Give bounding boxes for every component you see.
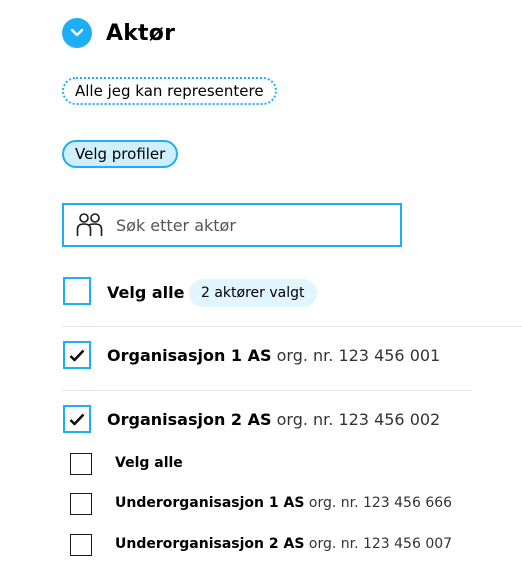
all-represent-chip[interactable]: Alle jeg kan representere [62, 77, 277, 105]
section-header: Aktør [62, 18, 175, 48]
people-icon [76, 212, 104, 238]
divider [62, 390, 472, 391]
suborg-1-checkbox[interactable] [70, 493, 92, 515]
selected-count-badge: 2 aktører valgt [189, 279, 317, 307]
choose-profiles-chip[interactable]: Velg profiler [62, 140, 179, 168]
checkmark-icon [69, 413, 85, 425]
collapse-toggle-button[interactable] [62, 18, 92, 48]
org-2-number: org. nr. 123 456 002 [276, 410, 441, 429]
suborg-1-name: Underorganisasjon 1 AS [115, 495, 305, 511]
suborg-2-name: Underorganisasjon 2 AS [115, 536, 305, 552]
actor-search-field[interactable] [62, 203, 402, 247]
suborg-1-number: org. nr. 123 456 666 [308, 495, 453, 511]
suborg-1-label: Underorganisasjon 1 AS org. nr. 123 456 … [115, 495, 452, 511]
suborg-select-all-text: Velg alle [115, 455, 183, 471]
select-all-label: Velg alle [107, 283, 184, 302]
suborg-2-number: org. nr. 123 456 007 [308, 536, 453, 552]
section-title: Aktør [106, 20, 176, 46]
actor-filter-panel: Aktør Alle jeg kan representere Velg pro… [0, 0, 522, 580]
select-all-checkbox[interactable] [63, 277, 91, 305]
suborg-2-label: Underorganisasjon 2 AS org. nr. 123 456 … [115, 536, 452, 552]
org-1-number: org. nr. 123 456 001 [276, 346, 441, 365]
suborg-select-all-checkbox[interactable] [70, 453, 92, 475]
org-2-label: Organisasjon 2 AS org. nr. 123 456 002 [107, 410, 440, 429]
suborg-select-all-label: Velg alle [115, 455, 183, 471]
org-2-name: Organisasjon 2 AS [107, 410, 272, 429]
org-1-name: Organisasjon 1 AS [107, 346, 272, 365]
suborg-2-checkbox[interactable] [70, 534, 92, 556]
chevron-down-icon [70, 28, 84, 37]
org-1-checkbox[interactable] [63, 341, 91, 369]
search-input[interactable] [114, 214, 388, 236]
checkmark-icon [69, 349, 85, 361]
org-2-checkbox[interactable] [63, 405, 91, 433]
org-1-label: Organisasjon 1 AS org. nr. 123 456 001 [107, 346, 440, 365]
select-all-text: Velg alle [107, 283, 185, 302]
divider [62, 326, 522, 327]
